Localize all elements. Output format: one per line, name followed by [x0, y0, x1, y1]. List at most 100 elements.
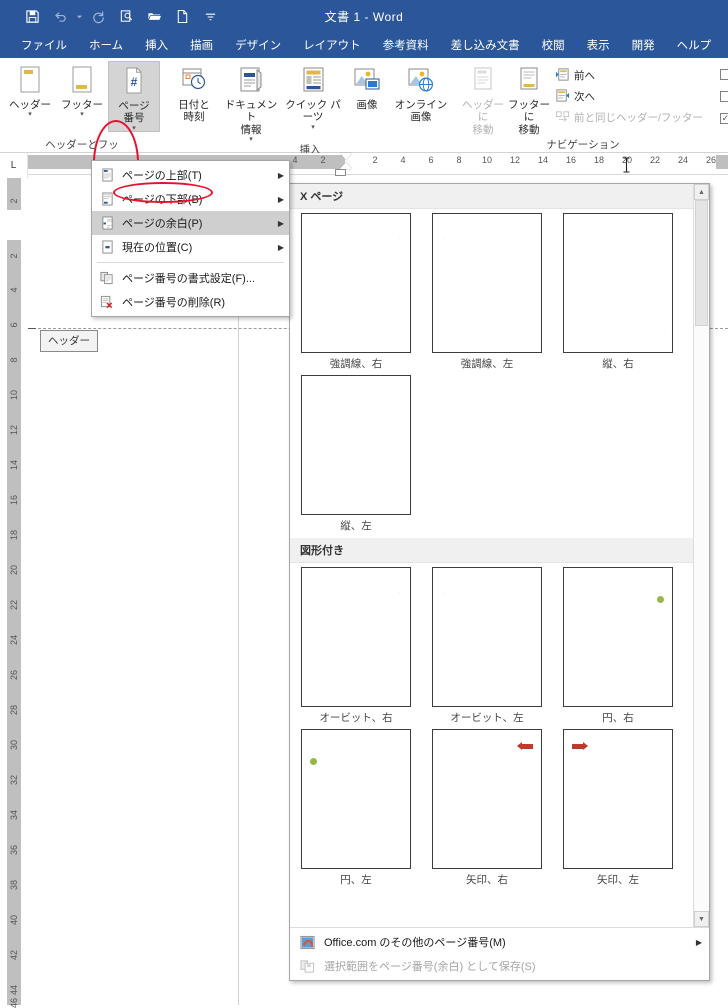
- previous-button[interactable]: 前へ: [552, 65, 706, 86]
- redo-icon[interactable]: [84, 4, 112, 30]
- new-icon[interactable]: [168, 4, 196, 30]
- undo-icon[interactable]: [46, 4, 74, 30]
- link-to-previous-icon: [555, 109, 570, 127]
- gallery-row: 円、左 矢印、右 矢印、左: [290, 725, 693, 887]
- gallery-item[interactable]: ˑ 強調線、右: [301, 213, 411, 371]
- header-region-tab: ヘッダー: [40, 330, 98, 352]
- goto-header-icon: [469, 65, 497, 97]
- tab-design[interactable]: デザイン: [224, 34, 292, 57]
- scrollbar-thumb[interactable]: [695, 200, 708, 326]
- chevron-right-icon: ▶: [277, 170, 285, 180]
- link-to-previous-button[interactable]: 前と同じヘッダー/フッター: [552, 107, 706, 128]
- tab-file[interactable]: ファイル: [10, 34, 78, 57]
- next-button[interactable]: 次へ: [552, 86, 706, 107]
- tab-layout[interactable]: レイアウト: [292, 34, 372, 57]
- thumbnail: [563, 729, 673, 869]
- page-number-placeholder-icon: ˑ: [398, 592, 400, 598]
- tab-view[interactable]: 表示: [576, 34, 621, 57]
- footer-icon: [67, 65, 97, 97]
- gallery-section-title: X ページ: [290, 184, 693, 209]
- menu-item-page-top[interactable]: ページの上部(T) ▶: [92, 163, 289, 187]
- gallery-item-caption: オービット、右: [319, 712, 393, 724]
- menu-item-page-margin[interactable]: ページの余白(P) ▶: [92, 211, 289, 235]
- tab-mailings[interactable]: 差し込み文書: [440, 34, 531, 57]
- tab-help[interactable]: ヘルプ: [666, 34, 723, 57]
- print-preview-icon[interactable]: [112, 4, 140, 30]
- svg-text:#: #: [131, 75, 138, 89]
- chevron-down-icon[interactable]: ▾: [28, 111, 32, 118]
- gallery-item[interactable]: 円、右: [563, 567, 673, 725]
- save-icon[interactable]: [18, 4, 46, 30]
- page-bottom-icon: [92, 192, 122, 206]
- footer-button[interactable]: フッター ▾: [56, 61, 108, 118]
- more-page-numbers-label: Office.com のその他のページ番号(M): [324, 937, 506, 949]
- quick-parts-button[interactable]: クイック パーツ ▾: [282, 61, 344, 131]
- tab-references[interactable]: 参考資料: [372, 34, 440, 57]
- menu-item-current-position[interactable]: 現在の位置(C) ▶: [92, 235, 289, 259]
- undo-dropdown-caret-icon[interactable]: [74, 4, 84, 30]
- vertical-ruler-tick-label: 38: [9, 879, 19, 891]
- quick-access-toolbar: [0, 4, 224, 30]
- thumbnail: ˑ: [301, 375, 411, 515]
- previous-icon: [555, 67, 570, 85]
- open-icon[interactable]: [140, 4, 168, 30]
- vertical-ruler-tick-label: 28: [9, 704, 19, 716]
- first-line-indent-marker[interactable]: [340, 153, 352, 160]
- thumbnail: ˑ: [432, 567, 542, 707]
- document-info-button[interactable]: ドキュメント 情報 ▾: [220, 61, 282, 143]
- tab-insert[interactable]: 挿入: [134, 34, 179, 57]
- header-button[interactable]: ヘッダー ▾: [4, 61, 56, 118]
- ruler-tick-label: 10: [481, 155, 493, 165]
- first-page-checkbox[interactable]: 先頭ペ: [719, 63, 728, 85]
- menu-item-format-page-number[interactable]: ページ番号の書式設定(F)...: [92, 266, 289, 290]
- thumbnail: [563, 567, 673, 707]
- goto-header-button[interactable]: ヘッダーに 移動: [460, 61, 506, 136]
- gallery-item[interactable]: 矢印、左: [563, 729, 673, 887]
- date-time-icon: [179, 65, 209, 97]
- goto-footer-icon: [515, 65, 543, 97]
- menu-item-page-bottom[interactable]: ページの下部(B) ▶: [92, 187, 289, 211]
- menu-item-remove-page-number[interactable]: ページ番号の削除(R): [92, 290, 289, 314]
- show-document-text-checkbox[interactable]: ✓ 文書内: [719, 107, 728, 129]
- gallery-items: X ページ ˑ 強調線、右 ˑ 強調線、左 ˑ 縦、右 ˑ 縦、左 図形付き ˑ…: [290, 184, 693, 927]
- gallery-item[interactable]: ˑ 縦、左: [301, 375, 411, 533]
- save-selection-as-page-number[interactable]: 選択範囲をページ番号(余白) として保存(S): [290, 954, 709, 978]
- chevron-down-icon[interactable]: ▾: [80, 111, 84, 118]
- gallery-item[interactable]: ˑ オービット、右: [301, 567, 411, 725]
- gallery-item-caption: 矢印、左: [597, 874, 639, 886]
- online-picture-button[interactable]: オンライン 画像: [390, 61, 452, 124]
- page-number-placeholder-icon: ˑ: [309, 492, 311, 498]
- ruler-margin-right: [716, 155, 728, 169]
- goto-footer-button[interactable]: フッターに 移動: [506, 61, 552, 136]
- left-indent-marker[interactable]: [335, 169, 346, 176]
- more-page-numbers-from-office-com[interactable]: Office.com のその他のページ番号(M) ▶: [290, 930, 709, 954]
- vertical-ruler[interactable]: 2 2 4 6 8 10 12 14 16 18 20 22 24 26 28 30 32 34 36 38 40 42 4…: [0, 178, 28, 1008]
- ribbon-group-navigation: ヘッダーに 移動 フッターに 移動 前へ 次へ 前と同じヘッダー/フッター ナビ…: [456, 58, 710, 153]
- odd-even-checkbox[interactable]: 奇数/偶: [719, 85, 728, 107]
- date-time-button[interactable]: 日付と 時刻: [168, 61, 220, 124]
- picture-button[interactable]: 画像: [344, 61, 390, 111]
- scrollbar-track[interactable]: [694, 200, 709, 911]
- scroll-up-button[interactable]: ▲: [694, 184, 709, 200]
- tab-stop-selector[interactable]: L: [0, 153, 28, 178]
- page-number-button[interactable]: # ページ 番号 ▾: [108, 61, 160, 132]
- tab-draw[interactable]: 描画: [179, 34, 224, 57]
- gallery-scrollbar[interactable]: ▲ ▼: [693, 184, 709, 927]
- chevron-down-icon[interactable]: ▾: [311, 124, 315, 131]
- gallery-item[interactable]: ˑ オービット、左: [432, 567, 542, 725]
- tab-developer[interactable]: 開発: [621, 34, 666, 57]
- scroll-down-button[interactable]: ▼: [694, 911, 709, 927]
- gallery-item[interactable]: 円、左: [301, 729, 411, 887]
- chevron-right-icon: ▶: [695, 937, 703, 947]
- tab-review[interactable]: 校閲: [531, 34, 576, 57]
- page-number-placeholder-icon: ˑ: [663, 330, 665, 336]
- menu-item-page-margin-label: ページの余白(P): [122, 218, 203, 230]
- gallery-item[interactable]: 矢印、右: [432, 729, 542, 887]
- chevron-down-icon[interactable]: ▾: [132, 125, 136, 132]
- gallery-item[interactable]: ˑ 強調線、左: [432, 213, 542, 371]
- tab-home[interactable]: ホーム: [78, 34, 134, 57]
- page-number-placeholder-icon: ˑ: [443, 238, 445, 244]
- hanging-indent-marker[interactable]: [340, 162, 352, 169]
- customize-qat-icon[interactable]: [196, 4, 224, 30]
- gallery-item[interactable]: ˑ 縦、右: [563, 213, 673, 371]
